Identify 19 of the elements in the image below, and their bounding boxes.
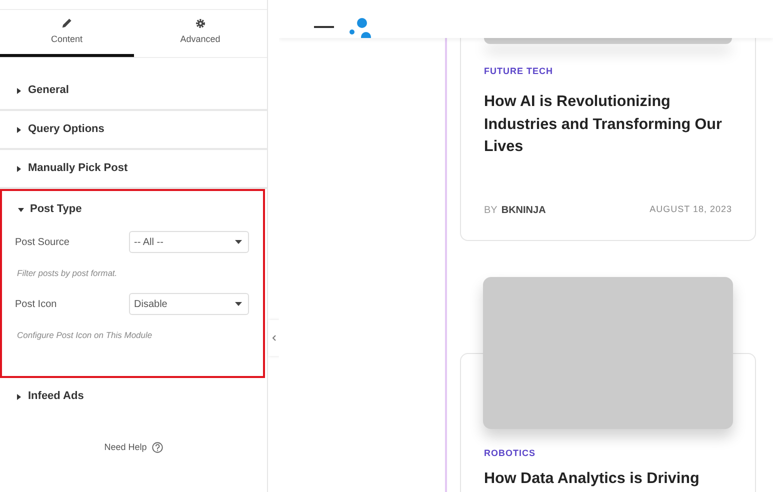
field-label: Post Source xyxy=(15,236,70,250)
help-link[interactable]: Need Help xyxy=(104,440,147,454)
section-header[interactable]: Post Type xyxy=(2,191,263,228)
section-header[interactable]: General xyxy=(0,72,267,109)
field-label: Post Icon xyxy=(15,298,58,312)
post-title[interactable]: How AI is Revolutionizing Industries and Transforming Our Lives xyxy=(484,91,732,158)
section-header[interactable]: Infeed Ads xyxy=(0,378,267,415)
post-category[interactable]: ROBOTICS xyxy=(484,446,536,460)
select-field[interactable]: -- All -- xyxy=(129,231,249,253)
select-field[interactable]: Disable xyxy=(129,293,249,315)
author-link[interactable]: BKNINJA xyxy=(501,202,546,218)
section-header[interactable]: Manually Pick Post xyxy=(0,150,267,187)
post-category[interactable]: FUTURE TECH xyxy=(484,65,553,78)
post-title[interactable]: How Data Analytics is Driving xyxy=(484,470,732,486)
help-text: Filter posts by post format. xyxy=(17,267,118,280)
byline-label: BY xyxy=(484,204,498,218)
post-date: AUGUST 18, 2023 xyxy=(650,203,732,216)
help-text: Configure Post Icon on This Module xyxy=(17,329,152,342)
section-header[interactable]: Query Options xyxy=(0,111,267,148)
